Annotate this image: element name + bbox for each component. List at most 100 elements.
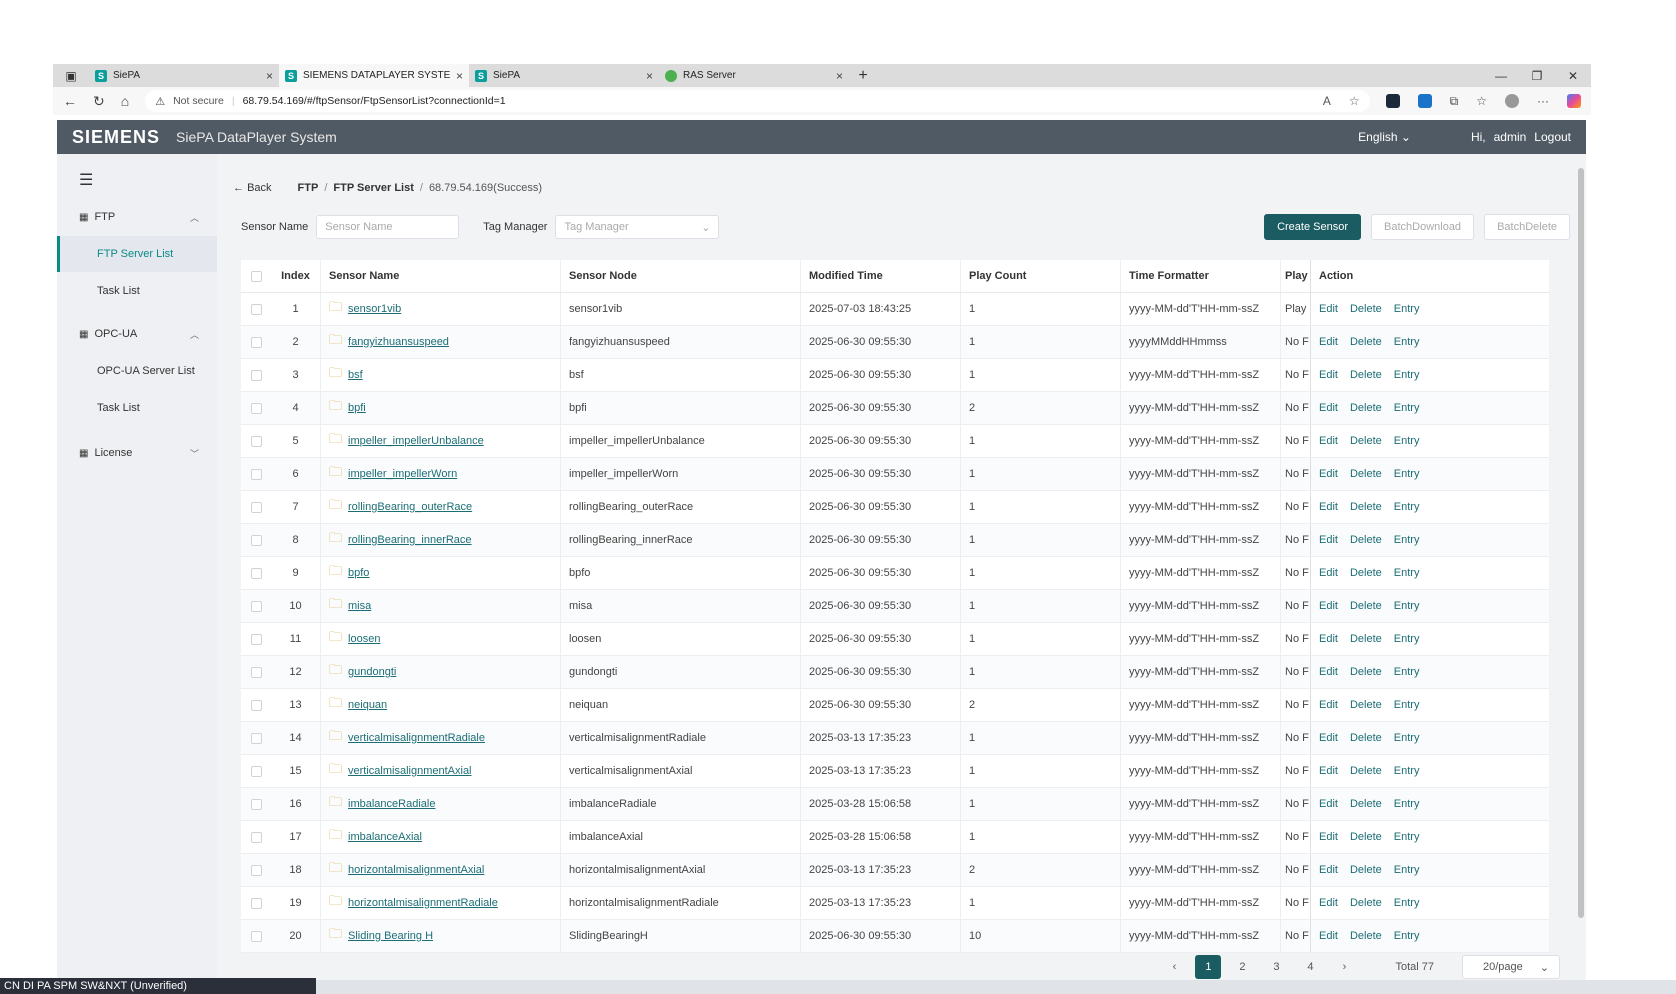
delete-link[interactable]: Delete [1350,402,1382,414]
entry-link[interactable]: Entry [1394,567,1420,579]
sensor-name-link[interactable]: loosen [348,633,380,645]
sidebar-item-ftp-task-list[interactable]: Task List [57,273,217,309]
row-checkbox[interactable] [241,666,271,678]
taskbar-item[interactable]: CN DI PA SPM SW&NXT (Unverified) [0,978,316,994]
more-menu-icon[interactable]: ··· [1537,94,1549,108]
edit-link[interactable]: Edit [1319,897,1338,909]
entry-link[interactable]: Entry [1394,468,1420,480]
delete-link[interactable]: Delete [1350,864,1382,876]
sensor-name-link[interactable]: gundongti [348,666,396,678]
breadcrumb-ftp[interactable]: FTP [298,182,319,194]
edit-link[interactable]: Edit [1319,501,1338,513]
sensor-name-link[interactable]: rollingBearing_outerRace [348,501,472,513]
sensor-name-link[interactable]: impeller_impellerWorn [348,468,457,480]
delete-link[interactable]: Delete [1350,600,1382,612]
extensions-puzzle-icon[interactable]: ⧉ [1450,94,1459,109]
edit-link[interactable]: Edit [1319,303,1338,315]
page-2[interactable]: 2 [1229,955,1255,979]
back-arrow-icon[interactable]: ← [63,93,77,109]
sensor-name-link[interactable]: bpfo [348,567,369,579]
entry-link[interactable]: Entry [1394,930,1420,942]
prev-page-icon[interactable]: ‹ [1161,955,1187,979]
edit-link[interactable]: Edit [1319,567,1338,579]
copilot-icon[interactable] [1567,94,1581,108]
sensor-name-link[interactable]: rollingBearing_innerRace [348,534,472,546]
delete-link[interactable]: Delete [1350,501,1382,513]
page-4[interactable]: 4 [1297,955,1323,979]
sensor-name-link[interactable]: fangyizhuansuspeed [348,336,449,348]
entry-link[interactable]: Entry [1394,798,1420,810]
browser-tab-1[interactable]: S SiePA × [89,64,279,87]
sensor-name-link[interactable]: imbalanceRadiale [348,798,435,810]
close-icon[interactable]: × [836,69,843,83]
select-all-checkbox[interactable] [241,270,271,282]
delete-link[interactable]: Delete [1350,435,1382,447]
browser-tab-2[interactable]: S SIEMENS DATAPLAYER SYSTEM × [279,64,469,87]
delete-link[interactable]: Delete [1350,930,1382,942]
delete-link[interactable]: Delete [1350,831,1382,843]
scrollbar[interactable] [1578,160,1584,920]
edit-link[interactable]: Edit [1319,930,1338,942]
delete-link[interactable]: Delete [1350,699,1382,711]
edit-link[interactable]: Edit [1319,600,1338,612]
delete-link[interactable]: Delete [1350,798,1382,810]
sensor-name-link[interactable]: verticalmisalignmentRadiale [348,732,485,744]
page-3[interactable]: 3 [1263,955,1289,979]
row-checkbox[interactable] [241,732,271,744]
row-checkbox[interactable] [241,831,271,843]
row-checkbox[interactable] [241,435,271,447]
delete-link[interactable]: Delete [1350,468,1382,480]
profile-avatar-icon[interactable] [1505,94,1519,108]
close-icon[interactable]: × [266,69,273,83]
row-checkbox[interactable] [241,798,271,810]
entry-link[interactable]: Entry [1394,369,1420,381]
entry-link[interactable]: Entry [1394,534,1420,546]
restore-icon[interactable]: ❐ [1519,64,1555,87]
delete-link[interactable]: Delete [1350,336,1382,348]
next-page-icon[interactable]: › [1331,955,1357,979]
edit-link[interactable]: Edit [1319,336,1338,348]
close-icon[interactable]: × [646,69,653,83]
entry-link[interactable]: Entry [1394,633,1420,645]
edit-link[interactable]: Edit [1319,435,1338,447]
sensor-name-link[interactable]: sensor1vib [348,303,401,315]
edit-link[interactable]: Edit [1319,765,1338,777]
breadcrumb-ftp-server-list[interactable]: FTP Server List [333,182,414,194]
delete-link[interactable]: Delete [1350,732,1382,744]
edit-link[interactable]: Edit [1319,369,1338,381]
entry-link[interactable]: Entry [1394,765,1420,777]
sensor-name-link[interactable]: bsf [348,369,363,381]
sidebar-group-opcua[interactable]: ▦ OPC-UA ︿ [57,324,217,344]
row-checkbox[interactable] [241,864,271,876]
sensor-name-link[interactable]: bpfi [348,402,366,414]
sidebar-group-license[interactable]: ▦ License ﹀ [57,443,217,463]
delete-link[interactable]: Delete [1350,303,1382,315]
batch-delete-button[interactable]: BatchDelete [1484,214,1570,240]
sensor-name-link[interactable]: horizontalmisalignmentRadiale [348,897,498,909]
entry-link[interactable]: Entry [1394,435,1420,447]
url-field[interactable]: ⚠ Not secure | 68.79.54.169/#/ftpSensor/… [145,90,1370,112]
row-checkbox[interactable] [241,930,271,942]
sidebar-item-opcua-server-list[interactable]: OPC-UA Server List [57,353,217,389]
entry-link[interactable]: Entry [1394,303,1420,315]
browser-tab-3[interactable]: S SiePA × [469,64,659,87]
edit-link[interactable]: Edit [1319,699,1338,711]
page-1[interactable]: 1 [1195,955,1222,979]
sensor-name-link[interactable]: imbalanceAxial [348,831,422,843]
new-tab-icon[interactable]: + [849,64,877,87]
edit-link[interactable]: Edit [1319,666,1338,678]
delete-link[interactable]: Delete [1350,765,1382,777]
language-select[interactable]: English ⌄ [1358,130,1411,144]
entry-link[interactable]: Entry [1394,831,1420,843]
sensor-name-link[interactable]: impeller_impellerUnbalance [348,435,484,447]
tab-actions-icon[interactable]: ▣ [53,64,89,87]
delete-link[interactable]: Delete [1350,534,1382,546]
edit-link[interactable]: Edit [1319,534,1338,546]
edit-link[interactable]: Edit [1319,633,1338,645]
row-checkbox[interactable] [241,534,271,546]
delete-link[interactable]: Delete [1350,666,1382,678]
sensor-name-link[interactable]: horizontalmisalignmentAxial [348,864,484,876]
row-checkbox[interactable] [241,336,271,348]
sidebar-item-opcua-task-list[interactable]: Task List [57,390,217,426]
entry-link[interactable]: Entry [1394,699,1420,711]
